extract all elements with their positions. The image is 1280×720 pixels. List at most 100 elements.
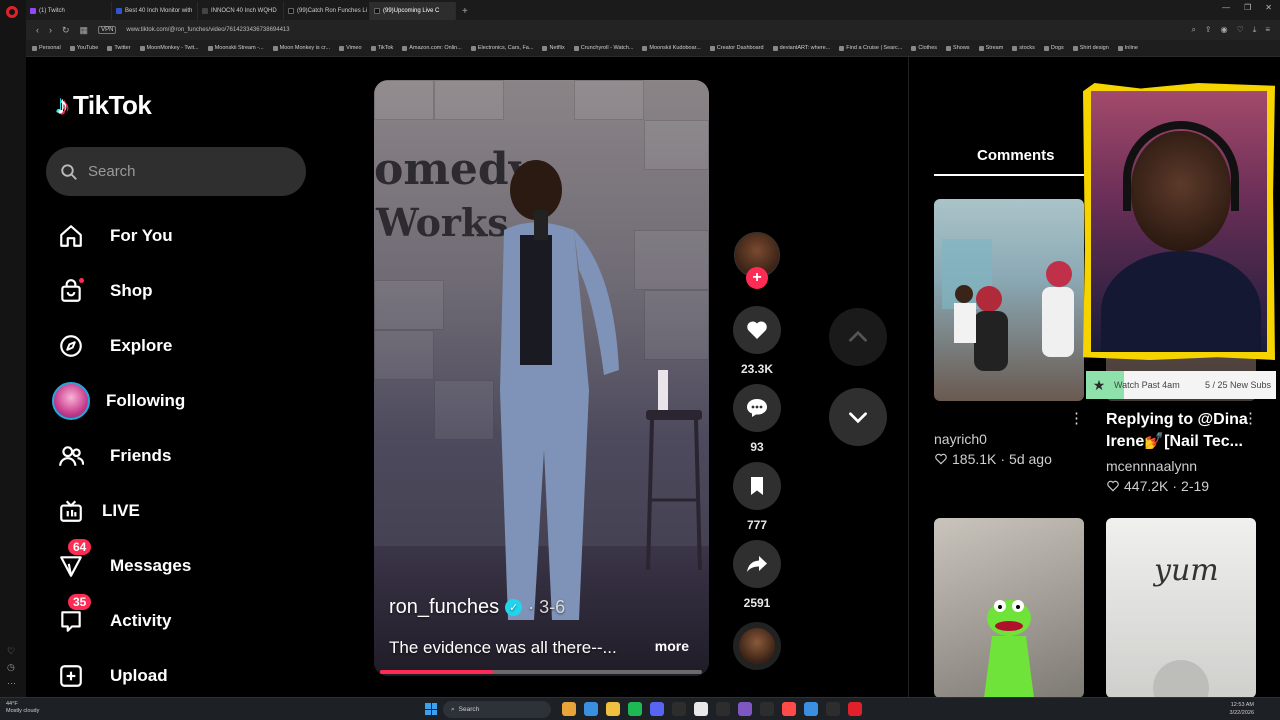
taskbar-app-icon[interactable]	[738, 702, 752, 716]
bookmark-item[interactable]: Amazon.com: Onlin...	[402, 45, 462, 51]
taskbar-app-icon[interactable]	[650, 702, 664, 716]
taskbar-app-icon[interactable]	[716, 702, 730, 716]
bookmark-item[interactable]: Moonskii Kudoboar...	[642, 45, 701, 51]
video-player[interactable]: omedy Works ron_funches ✓ · 3-6 The evid…	[374, 80, 709, 676]
taskbar-search[interactable]: ⌕ Search	[443, 701, 551, 718]
nav-for-you[interactable]: For You	[56, 216, 173, 256]
taskbar-app-icon[interactable]	[584, 702, 598, 716]
bookmark-item[interactable]: Vimeo	[339, 45, 362, 51]
heart-icon[interactable]	[733, 306, 781, 354]
bookmark-item[interactable]: Moonskii Stream -...	[207, 45, 264, 51]
previous-video-button[interactable]	[829, 308, 887, 366]
video-thumbnail[interactable]: yum	[1106, 518, 1256, 698]
reload-icon[interactable]: ↻	[62, 25, 70, 36]
taskbar-app-icon[interactable]	[804, 702, 818, 716]
bookmark-item[interactable]: MoonMonkey - Twit...	[139, 45, 199, 51]
close-icon[interactable]: ✕	[1265, 3, 1272, 12]
back-icon[interactable]: ‹	[36, 25, 39, 35]
bookmark-item[interactable]: TikTok	[370, 45, 393, 51]
next-video-button[interactable]	[829, 388, 887, 446]
more-options-icon[interactable]: ⋮	[1069, 409, 1084, 427]
follow-plus-icon[interactable]: +	[746, 267, 768, 289]
taskbar-app-icon[interactable]	[826, 702, 840, 716]
browser-tab[interactable]: INNOCN 40 Inch WQHD	[198, 2, 284, 20]
share-action[interactable]: 2591	[733, 540, 781, 610]
search-box[interactable]	[46, 147, 306, 196]
zoom-icon[interactable]: ⌕	[1191, 25, 1195, 35]
download-icon[interactable]: ⤓	[1253, 25, 1257, 35]
comment-action[interactable]: 93	[733, 384, 781, 454]
bookmark-item[interactable]: Inline	[1117, 45, 1138, 51]
bookmark-item[interactable]: Shirt design	[1072, 45, 1109, 51]
weather-widget[interactable]: 44°F Mostly cloudy	[6, 701, 39, 715]
video-progress-bar[interactable]	[380, 670, 702, 674]
forward-icon[interactable]: ›	[49, 25, 52, 35]
maximize-icon[interactable]: ❐	[1244, 3, 1251, 12]
video-author[interactable]: ron_funches ✓ · 3-6	[389, 596, 565, 619]
like-action[interactable]: 23.3K	[733, 306, 781, 376]
taskbar-app-icon[interactable]	[694, 702, 708, 716]
video-thumbnail[interactable]	[934, 199, 1084, 401]
bookmark-item[interactable]: Crunchyroll - Watch...	[573, 45, 633, 51]
browser-tab[interactable]: (99)Catch Ron Funches Li	[284, 2, 370, 20]
video-title[interactable]: Replying to @Dina Irene💅[Nail Tec...	[1106, 409, 1248, 453]
browser-tab[interactable]: (1) Twitch	[26, 2, 112, 20]
taskbar-app-icon[interactable]	[782, 702, 796, 716]
bookmark-item[interactable]: stocks	[1012, 45, 1035, 51]
bookmark-item[interactable]: deviantART: where...	[772, 45, 830, 51]
bookmark-icon[interactable]	[733, 462, 781, 510]
tab-comments[interactable]: Comments	[977, 147, 1055, 164]
bookmark-item[interactable]: Dogs	[1043, 45, 1064, 51]
history-icon[interactable]: ◷	[7, 662, 15, 673]
more-icon[interactable]: ⋯	[7, 678, 16, 689]
caption-more-button[interactable]: more	[655, 638, 689, 654]
taskbar-app-icon[interactable]	[606, 702, 620, 716]
camera-icon[interactable]: ◉	[1221, 25, 1228, 35]
comment-icon[interactable]	[733, 384, 781, 432]
windows-start-icon[interactable]	[425, 703, 437, 715]
nav-friends[interactable]: Friends	[56, 436, 171, 476]
taskbar-app-icon[interactable]	[562, 702, 576, 716]
url-field[interactable]: www.tiktok.com/@ron_funches/video/761423…	[126, 27, 289, 33]
video-thumbnail[interactable]	[934, 518, 1084, 698]
taskbar-clock[interactable]: 12:53 AM 3/22/2026	[1230, 701, 1254, 717]
nav-live[interactable]: LIVE	[56, 491, 140, 531]
browser-tab[interactable]: Best 40 Inch Monitor with	[112, 2, 198, 20]
save-action[interactable]: 777	[733, 462, 781, 532]
bookmark-item[interactable]: Stream	[978, 45, 1003, 51]
speed-dial-icon[interactable]: ▦	[80, 25, 89, 36]
opera-logo-icon[interactable]	[6, 6, 18, 18]
taskbar-app-icon[interactable]	[672, 702, 686, 716]
heart-icon[interactable]: ♡	[1237, 25, 1244, 35]
bookmark-item[interactable]: Find a Cruise | Searc...	[839, 45, 902, 51]
bookmark-item[interactable]: Moon Monkey is cr...	[272, 45, 330, 51]
bookmark-item[interactable]: Clothes	[911, 45, 937, 51]
music-disc[interactable]	[733, 622, 781, 670]
bookmark-item[interactable]: YouTube	[69, 45, 98, 51]
taskbar-app-icon[interactable]	[628, 702, 642, 716]
video-username[interactable]: nayrich0	[934, 431, 987, 447]
bookmark-item[interactable]: Creator Dashboard	[709, 45, 764, 51]
minimize-icon[interactable]: —	[1222, 3, 1230, 12]
bookmark-item[interactable]: Netflix	[542, 45, 565, 51]
author-username[interactable]: ron_funches	[389, 596, 499, 619]
taskbar-app-icon[interactable]	[760, 702, 774, 716]
search-input[interactable]	[88, 163, 288, 180]
nav-following[interactable]: Following	[52, 381, 185, 421]
tiktok-logo[interactable]: ♪ TikTok	[56, 90, 152, 121]
bookmark-item[interactable]: Twitter	[107, 45, 131, 51]
nav-explore[interactable]: Explore	[56, 326, 172, 366]
share-arrow-icon[interactable]	[733, 540, 781, 588]
nav-upload[interactable]: Upload	[56, 656, 168, 696]
heart-icon[interactable]: ♡	[7, 646, 15, 657]
video-username[interactable]: mcennnaalynn	[1106, 458, 1197, 474]
share-icon[interactable]: ⇪	[1205, 25, 1212, 35]
menu-icon[interactable]: ≡	[1265, 25, 1270, 35]
nav-shop[interactable]: Shop	[56, 271, 153, 311]
nav-activity[interactable]: 35 Activity	[56, 594, 171, 641]
bookmark-item[interactable]: Shows	[946, 45, 970, 51]
browser-tab-active[interactable]: (99)Upcoming Live C	[370, 2, 456, 20]
bookmark-item[interactable]: Electronics, Cars, Fa...	[470, 45, 533, 51]
taskbar-app-icon[interactable]	[848, 702, 862, 716]
vpn-badge[interactable]: VPN	[98, 26, 117, 34]
